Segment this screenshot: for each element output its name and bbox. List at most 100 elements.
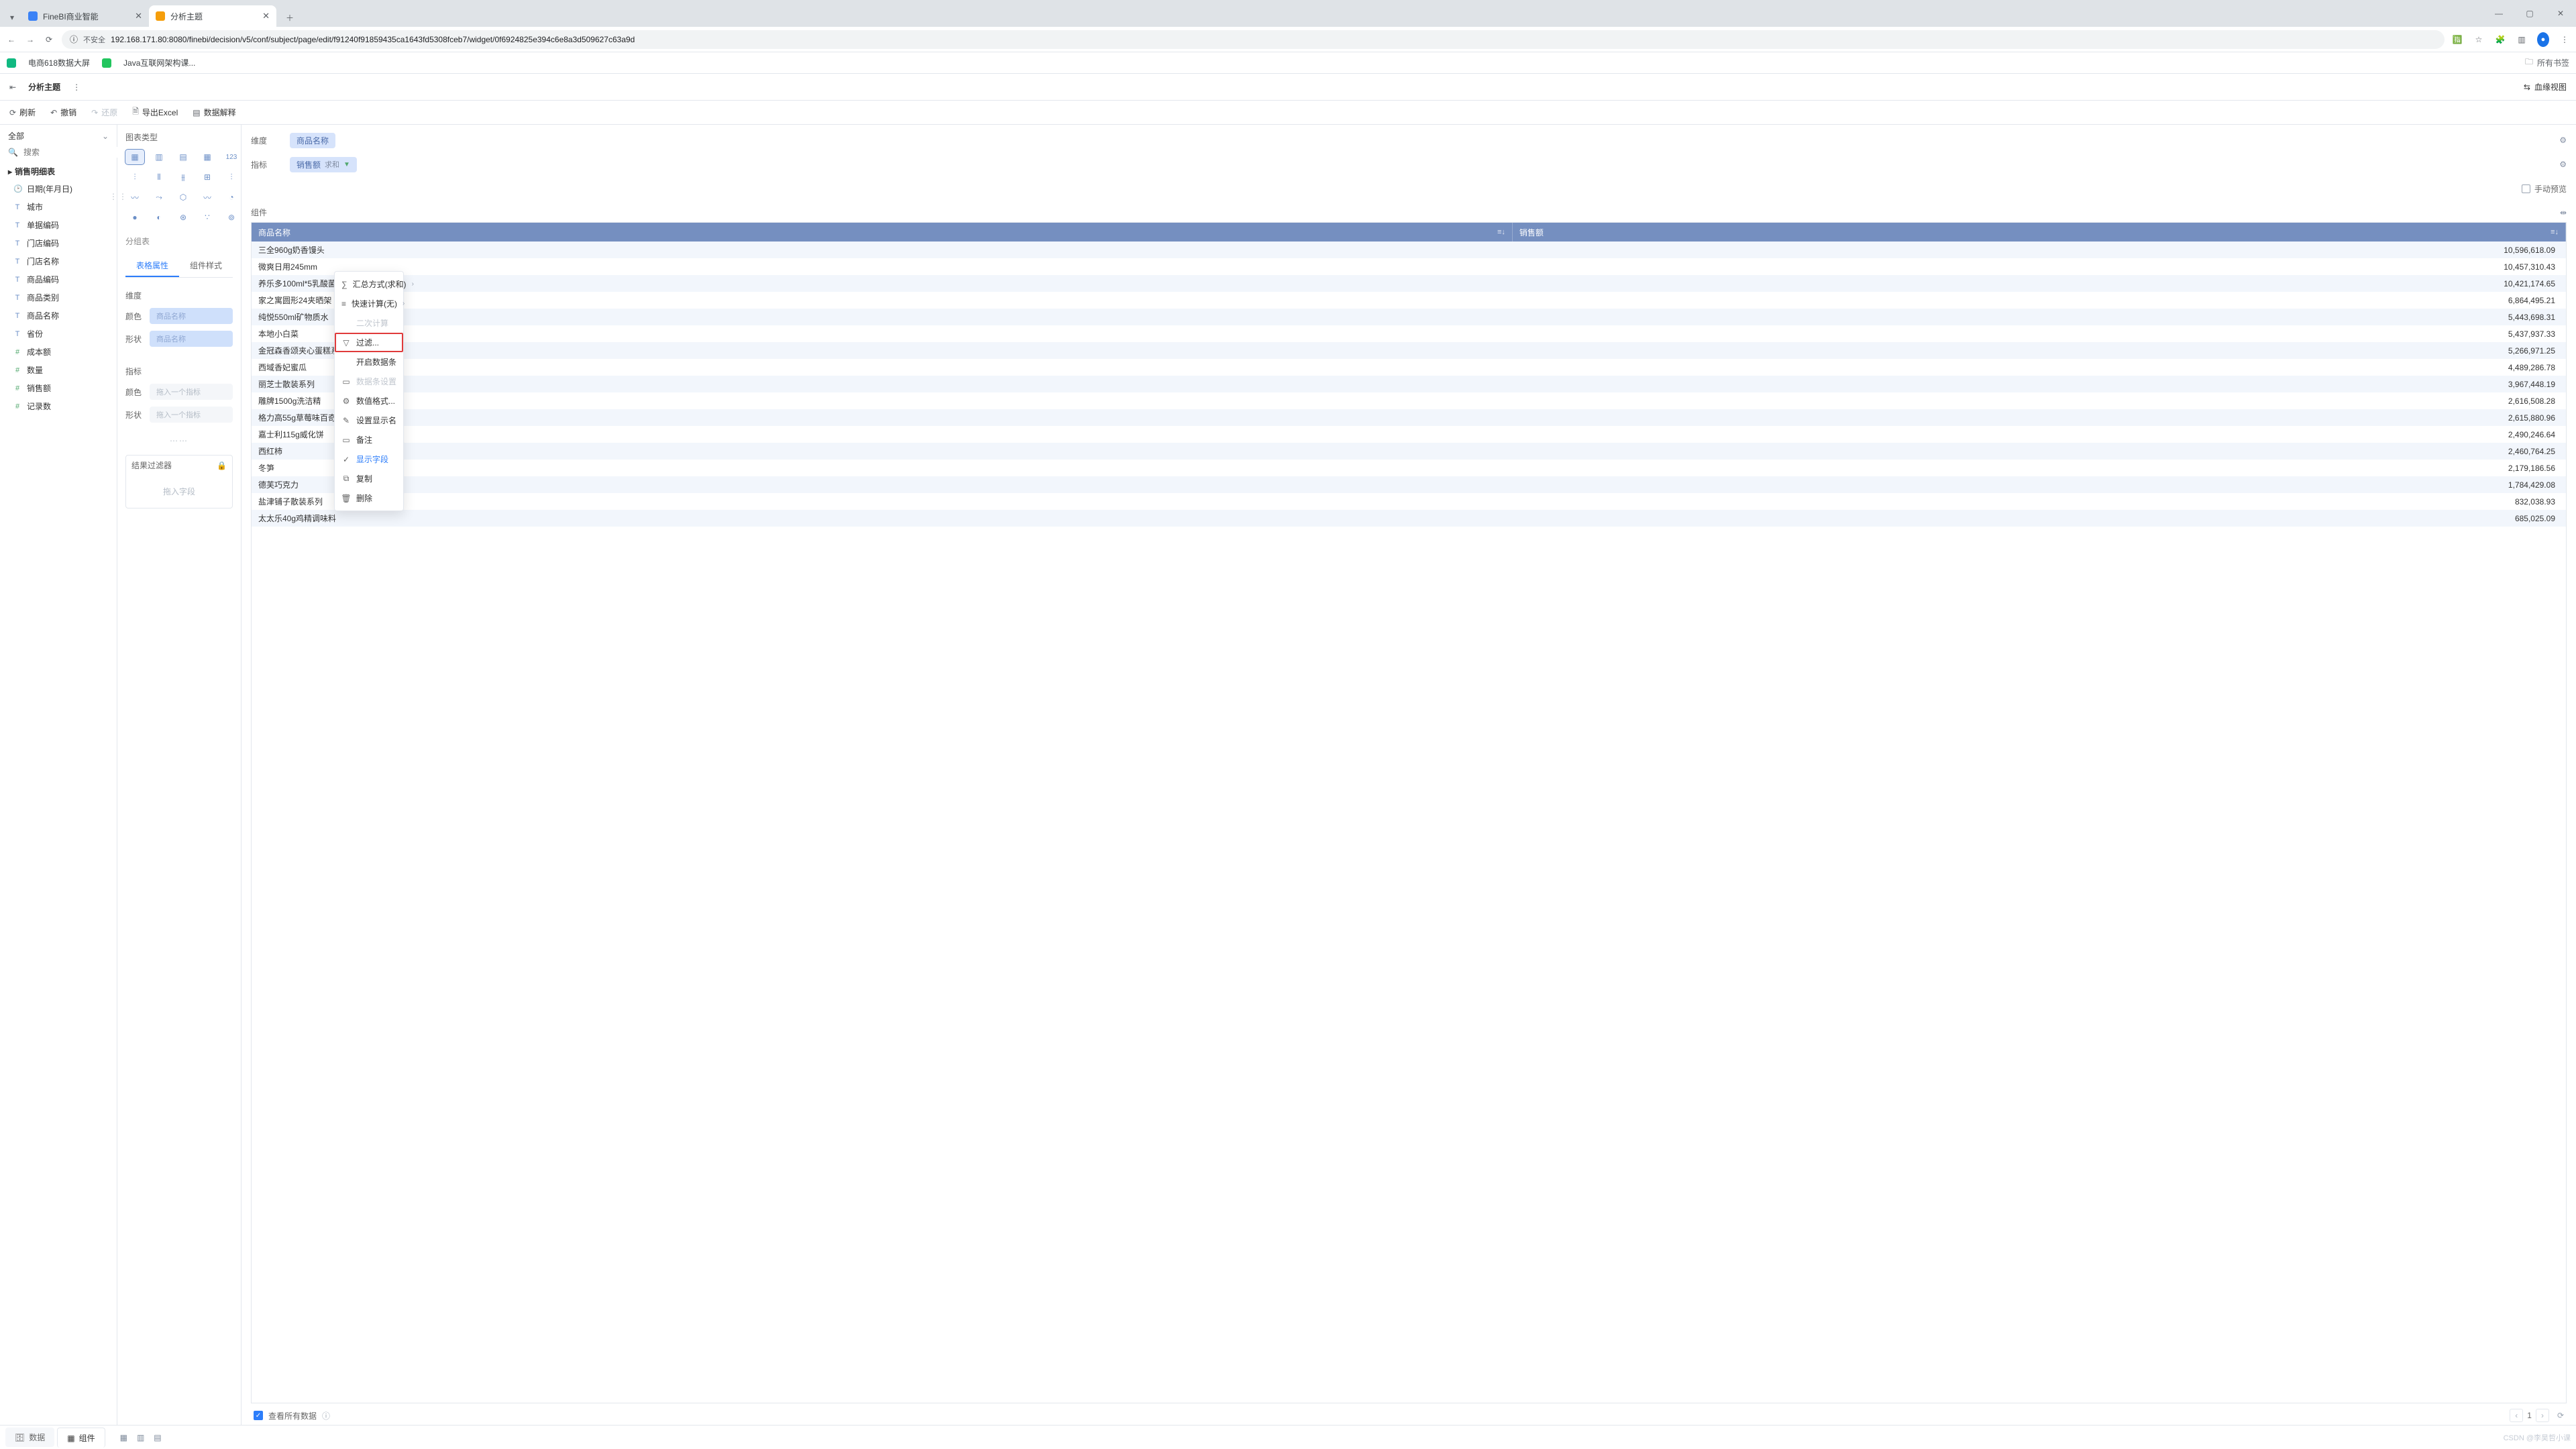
close-icon[interactable]: ✕ (135, 11, 142, 21)
sort-icon[interactable]: ≡↓ (2551, 228, 2559, 236)
refresh-grid-icon[interactable]: ⟳ (2557, 1411, 2564, 1420)
chart-type-option[interactable]: ⬡ (174, 190, 193, 205)
table-row[interactable]: 养乐多100ml*5乳酸菌10,421,174.65 (252, 275, 2566, 292)
chart-type-option[interactable]: ⫶ (222, 170, 241, 184)
field-item[interactable]: T门店编码 (0, 234, 117, 252)
bottom-icon-1[interactable]: ▦ (120, 1433, 127, 1442)
table-row[interactable]: 雕牌1500g洗洁精2,616,508.28 (252, 392, 2566, 409)
table-row[interactable]: 西红柿2,460,764.25 (252, 443, 2566, 460)
chart-type-option[interactable]: 〰 (198, 190, 217, 205)
table-row[interactable]: 格力高55g草莓味百奇2,615,880.96 (252, 409, 2566, 426)
dataset-header[interactable]: ▸ 销售明细表 (0, 163, 117, 180)
table-row[interactable]: 德芙巧克力1,784,429.08 (252, 476, 2566, 493)
info-icon[interactable]: ⓘ (322, 1410, 330, 1421)
menu-item-delete[interactable]: 🗑删除 (335, 488, 403, 508)
field-item[interactable]: T单据编码 (0, 216, 117, 234)
chevron-down-icon[interactable]: ▼ (343, 161, 350, 168)
table-row[interactable]: 金冠森香颂夹心蛋糕系列5,266,971.25 (252, 342, 2566, 359)
chart-type-option[interactable]: ⫴ (150, 170, 168, 184)
explain-button[interactable]: ▤数据解释 (193, 107, 235, 118)
table-row[interactable]: 纯悦550ml矿物质水5,443,698.31 (252, 309, 2566, 325)
profile-avatar[interactable]: ● (2537, 32, 2549, 47)
tab-component[interactable]: ▦组件 (57, 1428, 105, 1448)
chart-type-option[interactable]: ⊛ (174, 210, 193, 225)
field-item[interactable]: #成本额 (0, 343, 117, 361)
menu-item-filter[interactable]: ▽过滤... (335, 333, 403, 352)
bookmark-star-icon[interactable]: ☆ (2473, 35, 2485, 44)
tab-menu-caret[interactable]: ▾ (5, 8, 19, 27)
checkbox-checked-icon[interactable]: ✓ (254, 1411, 263, 1420)
lineage-button[interactable]: ⇆ 血缘视图 (2524, 81, 2567, 93)
bookmark-item[interactable]: 电商618数据大屏 (28, 57, 90, 68)
chart-type-option[interactable]: ▤ (174, 150, 193, 164)
url-box[interactable]: ⓘ 不安全 192.168.171.80:8080/finebi/decisio… (62, 30, 2445, 49)
extensions-icon[interactable]: 🧩 (2494, 35, 2506, 44)
reload-icon[interactable]: ⟳ (43, 35, 55, 44)
undo-button[interactable]: ↶撤销 (50, 107, 76, 118)
chart-type-option[interactable]: ● (125, 210, 144, 225)
menu-item-numfmt[interactable]: ⚙数值格式... (335, 391, 403, 411)
chart-type-option[interactable]: 〰 (125, 190, 144, 205)
nav-back-icon[interactable]: ← (5, 35, 17, 44)
chart-type-option[interactable]: ⫵ (174, 170, 193, 184)
table-row[interactable]: 本地小白菜5,437,937.33 (252, 325, 2566, 342)
field-item[interactable]: #记录数 (0, 397, 117, 415)
chart-type-option[interactable]: ▦ (198, 150, 217, 164)
dim-slot-settings-icon[interactable]: ⚙ (2559, 136, 2567, 145)
export-excel-button[interactable]: 🗎导出Excel (132, 105, 178, 119)
chart-type-option[interactable]: ⊚ (222, 210, 241, 225)
table-row[interactable]: 冬笋2,179,186.56 (252, 460, 2566, 476)
chevron-down-icon[interactable]: ⌄ (102, 131, 109, 141)
dim-color-chip[interactable]: 商品名称 (150, 308, 233, 324)
table-row[interactable]: 家之寓圆形24夹晒架6,864,495.21 (252, 292, 2566, 309)
back-icon[interactable]: ⇤ (9, 83, 16, 92)
sort-icon[interactable]: ≡↓ (1497, 228, 1505, 236)
chart-type-option[interactable]: ◔ (222, 190, 241, 205)
prev-page-button[interactable]: ‹ (2510, 1409, 2523, 1422)
next-page-button[interactable]: › (2536, 1409, 2549, 1422)
chart-type-option[interactable]: ⊞ (198, 170, 217, 184)
field-item[interactable]: T商品名称 (0, 307, 117, 325)
bottom-icon-2[interactable]: ▥ (137, 1433, 144, 1442)
chart-type-option[interactable]: ⤳ (150, 190, 168, 205)
drag-handle-icon[interactable]: ⋯⋯ (125, 436, 233, 445)
tab-data[interactable]: 🗄数据 (5, 1428, 54, 1447)
view-all-data-label[interactable]: 查看所有数据 (268, 1410, 317, 1421)
table-row[interactable]: 西域香妃蜜瓜4,489,286.78 (252, 359, 2566, 376)
table-row[interactable]: 三全960g奶香馒头10,596,618.09 (252, 241, 2566, 258)
field-item[interactable]: T商品编码 (0, 270, 117, 288)
chart-type-option[interactable]: ▦ (125, 150, 144, 164)
bookmark-item[interactable]: Java互联网架构课... (123, 57, 195, 68)
drag-handle-icon[interactable]: ⋮⋮ (109, 192, 128, 201)
tab-table-attr[interactable]: 表格属性 (125, 255, 179, 277)
field-item[interactable]: T省份 (0, 325, 117, 343)
maximize-button[interactable]: ▢ (2514, 3, 2545, 24)
column-resize-icon[interactable]: ⇹ (2560, 208, 2567, 217)
menu-item-agg[interactable]: ∑汇总方式(求和)› (335, 274, 403, 294)
chart-type-option[interactable]: ⫶ (125, 170, 144, 184)
close-icon[interactable]: ✕ (262, 11, 270, 21)
nav-forward-icon[interactable]: → (24, 35, 36, 44)
menu-item-dispname[interactable]: ✎设置显示名 (335, 411, 403, 430)
table-row[interactable]: 丽芝士散装系列3,967,448.19 (252, 376, 2566, 392)
field-item[interactable]: T门店名称 (0, 252, 117, 270)
new-tab-button[interactable]: ＋ (280, 8, 299, 27)
chart-type-option[interactable]: 123 (222, 150, 241, 164)
menu-item-copy[interactable]: ⧉复制 (335, 469, 403, 488)
bottom-icon-3[interactable]: ▤ (154, 1433, 161, 1442)
table-row[interactable]: 太太乐40g鸡精调味料685,025.09 (252, 510, 2566, 527)
search-input[interactable] (22, 147, 129, 158)
field-item[interactable]: #销售额 (0, 379, 117, 397)
refresh-button[interactable]: ⟳刷新 (9, 107, 36, 118)
close-window-button[interactable]: ✕ (2545, 3, 2576, 24)
menu-item-databar[interactable]: 开启数据条 (335, 352, 403, 372)
menu-item-showfield[interactable]: ✓显示字段 (335, 449, 403, 469)
table-row[interactable]: 盐津铺子散装系列832,038.93 (252, 493, 2566, 510)
ind-shape-slot[interactable]: 拖入一个指标 (150, 407, 233, 423)
ind-color-slot[interactable]: 拖入一个指标 (150, 384, 233, 400)
more-icon[interactable]: ⋮ (72, 83, 80, 92)
dim-pill[interactable]: 商品名称 (290, 133, 335, 148)
field-item[interactable]: #数量 (0, 361, 117, 379)
ind-slot-settings-icon[interactable]: ⚙ (2559, 160, 2567, 169)
result-filter-box[interactable]: 结果过滤器🔒 拖入字段 (125, 455, 233, 508)
